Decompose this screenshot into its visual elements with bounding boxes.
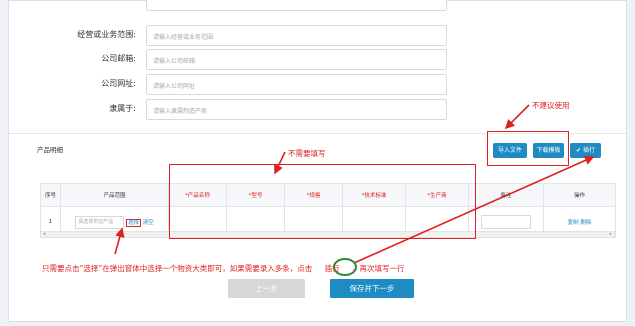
business-scope-label: 经营或业务范围: — [77, 30, 136, 39]
affiliated-input[interactable]: 请输入隶属制造产商 — [146, 99, 447, 120]
remark-input[interactable] — [481, 215, 531, 229]
instruction-part-b: 插行 — [324, 264, 340, 273]
business-scope-input[interactable]: 请输入经营或业务范围 — [146, 25, 447, 46]
instruction-part-a: 只需要点击“选择”在弹出窗体中选择一个物资大类即可，如果需要录入多条，点击 — [42, 264, 313, 273]
product-scope-input[interactable]: 请选择供应产品 — [75, 215, 125, 229]
company-email-row: 公司邮箱: 请输入公司邮箱 — [9, 49, 626, 71]
scroll-right-icon[interactable]: ▸ — [609, 232, 614, 237]
header-product-scope: 产品范围 — [60, 183, 169, 207]
form-sheet: 经营或业务范围: 请输入经营或业务范围 公司邮箱: 请输入公司邮箱 公司网址: … — [8, 0, 627, 322]
no-need-fill-note: 不需要填写 — [288, 149, 326, 158]
business-scope-row: 经营或业务范围: 请输入经营或业务范围 — [9, 25, 626, 47]
add-row-button[interactable]: ✔ 插行 — [570, 143, 601, 158]
header-actions: 操作 — [543, 183, 616, 207]
instruction-part-c: ，再次填写一行 — [352, 264, 405, 273]
previous-step-button[interactable]: 上一步 — [228, 279, 305, 298]
delete-button[interactable]: 删除 — [580, 220, 591, 226]
affiliated-label: 隶属于: — [109, 104, 136, 113]
header-index: 序号 — [40, 183, 61, 207]
save-next-button[interactable]: 保存并下一步 — [330, 279, 414, 298]
company-website-label: 公司网址: — [101, 79, 136, 88]
not-recommended-note: 不建议使用 — [532, 101, 570, 110]
red-highlight-box-columns — [169, 164, 476, 239]
scroll-left-icon[interactable]: ◂ — [41, 231, 46, 237]
red-highlight-box-import — [487, 131, 569, 166]
copy-button[interactable]: 复制 — [568, 220, 579, 226]
company-website-row: 公司网址: 请输入公司网址 — [9, 74, 626, 96]
company-website-input[interactable]: 请输入公司网址 — [146, 74, 447, 95]
product-detail-title: 产品明细 — [37, 146, 63, 154]
previous-field-input[interactable] — [146, 0, 447, 11]
select-button[interactable]: 选择 — [125, 218, 141, 227]
company-email-input[interactable]: 请输入公司邮箱 — [146, 49, 447, 70]
clear-button[interactable]: 清空 — [143, 220, 154, 226]
company-email-label: 公司邮箱: — [101, 54, 136, 63]
instruction-note: 只需要点击“选择”在弹出窗体中选择一个物资大类即可，如果需要录入多条，点击 插行… — [42, 263, 405, 274]
header-remark: 备注 — [468, 183, 544, 207]
